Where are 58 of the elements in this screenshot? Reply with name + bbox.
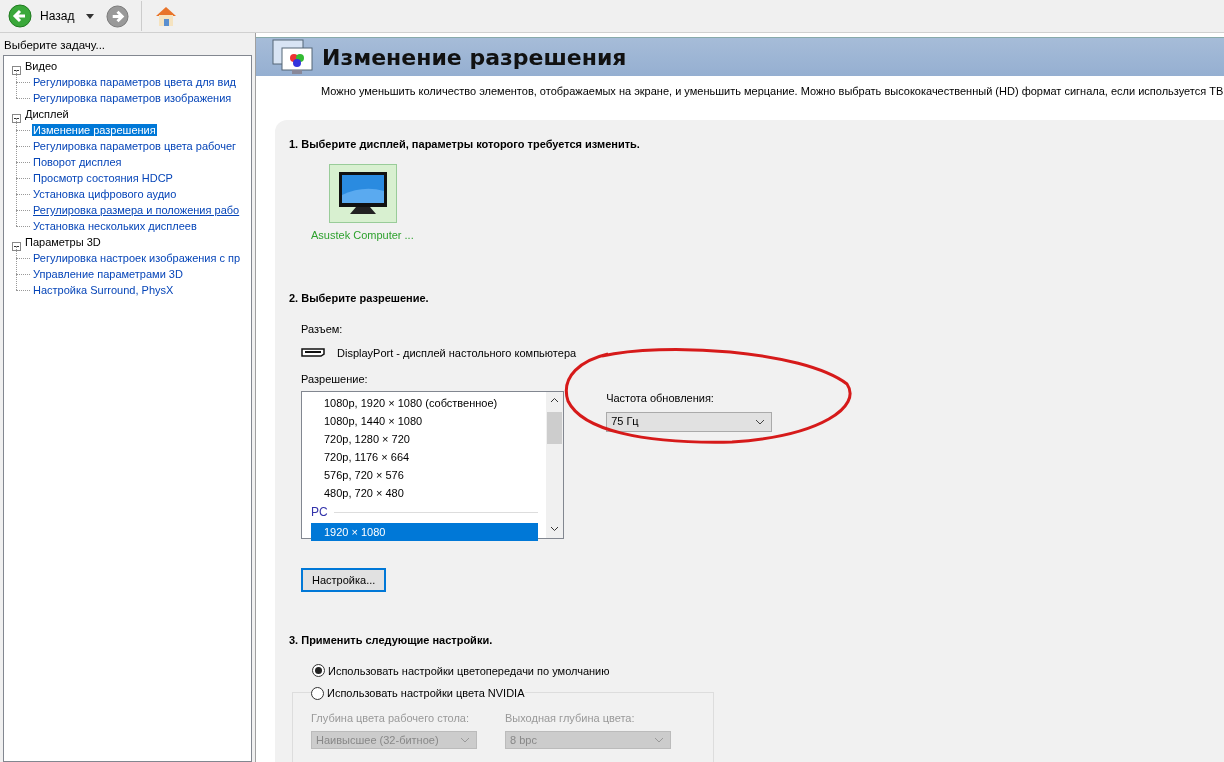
tree-item[interactable]: Настройка Surround, PhysX [32,284,175,296]
forward-icon[interactable] [106,4,130,28]
display-label: Asustek Computer ... [311,228,415,243]
tree-item[interactable]: Установка нескольких дисплеев [32,220,198,232]
resolution-item[interactable]: 576p, 720 × 576 [311,465,538,484]
step-heading: 2. Выберите разрешение. [289,290,430,306]
field-label: Выходная глубина цвета: [505,710,636,726]
tree-item[interactable]: Регулировка размера и положения рабо [32,204,241,216]
collapse-icon[interactable] [12,66,21,75]
resolution-item[interactable]: 1080p, 1440 × 1080 [311,411,538,430]
scrollbar-thumb[interactable] [547,411,562,444]
displayport-icon [301,348,325,358]
resolution-item[interactable]: 720p, 1280 × 720 [311,429,538,448]
resolution-listbox[interactable]: 1080p, 1920 × 1080 (собственное) 1080p, 1440 × 1080 720p, 1280 × 720 720p, 1176 × 664 576p, 720 × 576 480p, 720 × 480 PC 1920 × 1080 [301,390,564,539]
monitor-icon [338,171,388,216]
chevron-icon [654,737,664,743]
tree-item[interactable]: Регулировка параметров изображения [32,92,233,104]
tree-item[interactable]: Управление параметрами 3D [32,268,184,280]
tree-item[interactable]: Изменение разрешения [32,124,157,136]
display-tile[interactable] [329,164,397,223]
scroll-down-icon[interactable] [550,525,559,532]
page-description: Можно уменьшить количество элементов, отображаемых на экране, и уменьшить мерцание. Можно выбрать высококачественный (HD) формат сигнала, если используется ТВ [320,84,1224,99]
step-heading: 1. Выберите дисплей, параметры которого требуется изменить. [289,136,641,152]
resolution-item[interactable]: 480p, 720 × 480 [311,483,538,502]
refresh-rate-label: Частота обновления: [606,391,715,406]
field-label: Глубина цвета рабочего стола: [311,710,471,726]
resolution-item[interactable]: 1080p, 1920 × 1080 (собственное) [311,393,538,412]
step-heading: 3. Применить следующие настройки. [289,633,494,648]
back-label[interactable]: Назад [40,7,75,25]
chevron-icon [755,418,766,425]
caret-icon[interactable] [86,13,95,19]
collapse-icon[interactable] [12,114,21,123]
collapse-icon[interactable] [12,242,21,251]
tree-item[interactable]: Поворот дисплея [32,156,123,168]
connector-label: Разъем: [301,322,344,337]
radio-option[interactable]: Использовать настройки цвета NVIDIA [311,685,525,702]
sidebar-title: Выберите задачу... [3,38,107,53]
page-title: Изменение разрешения [322,43,627,72]
tree-item[interactable]: Регулировка параметров цвета для вид [32,76,238,88]
radio-option[interactable]: Использовать настройки цветопередачи по умолчанию [312,662,1224,679]
monitors-icon [272,38,314,76]
connector-name: DisplayPort - дисплей настольного компьютера [337,345,577,361]
list-group-header: PC [311,503,328,521]
tree-item[interactable]: Установка цифрового аудио [32,188,178,200]
resolution-label: Разрешение: [301,372,369,387]
customize-button[interactable]: Настройка... [301,567,387,592]
tree-group-label[interactable]: Видео [25,60,58,72]
tree-item[interactable]: Регулировка параметров цвета рабочег [32,140,238,152]
tree-item[interactable]: Регулировка настроек изображения с пр [32,252,242,264]
back-icon[interactable] [8,4,32,28]
resolution-item[interactable]: 1920 × 1080 [311,522,538,541]
refresh-rate-dropdown[interactable]: 75 Гц [606,411,773,432]
chevron-icon [460,737,470,743]
resolution-item[interactable]: 720p, 1176 × 664 [311,447,538,466]
tree-item[interactable]: Просмотр состояния HDCP [32,172,174,184]
tree-group-label[interactable]: Параметры 3D [25,236,101,248]
scroll-up-icon[interactable] [550,396,559,403]
tree-group-label[interactable]: Дисплей [25,108,69,120]
